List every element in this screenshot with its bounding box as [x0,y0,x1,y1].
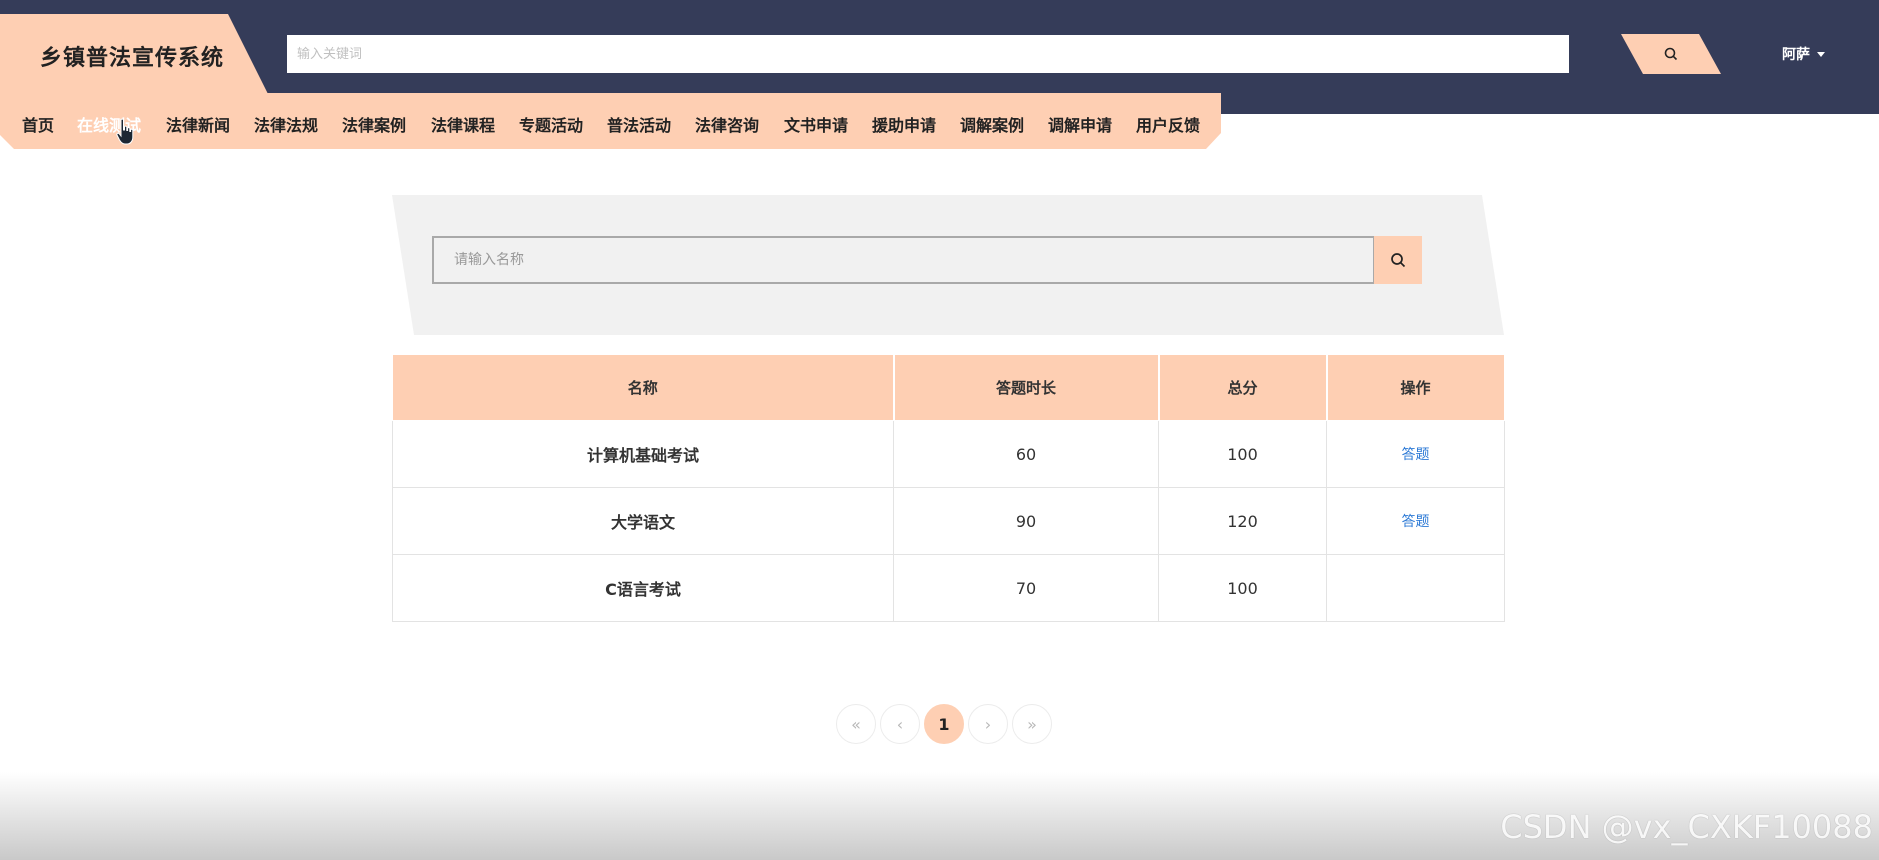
nav-item-law-courses[interactable]: 法律课程 [431,112,495,136]
table-row: 计算机基础考试 60 100 答题 [392,420,1505,488]
exam-name: 计算机基础考试 [392,420,894,488]
exam-duration: 90 [893,487,1159,555]
exam-name: C语言考试 [392,554,894,622]
action-cell [1326,554,1505,622]
nav-item-consulting[interactable]: 法律咨询 [695,112,759,136]
nav-item-feedback[interactable]: 用户反馈 [1136,112,1200,136]
last-page-button[interactable]: » [1012,704,1052,744]
hand-cursor-icon [116,118,134,145]
main-nav: 首页 在线测试 法律新闻 法律法规 法律案例 法律课程 专题活动 普法活动 法律… [0,93,1221,149]
name-search-button[interactable] [1374,236,1422,284]
exam-score: 100 [1158,554,1327,622]
table-row: 大学语文 90 120 答题 [392,487,1505,555]
nav-item-special-events[interactable]: 专题活动 [519,112,583,136]
answer-link[interactable]: 答题 [1402,514,1430,530]
name-search-input[interactable] [432,236,1375,284]
search-icon [1391,253,1406,268]
exam-duration: 60 [893,420,1159,488]
exam-name: 大学语文 [392,487,894,555]
exam-score: 100 [1158,420,1327,488]
exam-score: 120 [1158,487,1327,555]
nav-item-mediation-cases[interactable]: 调解案例 [960,112,1024,136]
nav-item-law-cases[interactable]: 法律案例 [342,112,406,136]
action-cell: 答题 [1326,487,1505,555]
action-cell: 答题 [1326,420,1505,488]
nav-item-home[interactable]: 首页 [22,112,54,136]
exam-duration: 70 [893,554,1159,622]
next-page-button[interactable]: › [968,704,1008,744]
site-title: 乡镇普法宣传系统 [40,46,225,71]
user-menu[interactable]: 阿萨 [1782,44,1825,64]
user-name: 阿萨 [1782,47,1810,63]
column-header-action: 操作 [1326,354,1506,421]
page-number-button[interactable]: 1 [924,704,964,744]
exam-table: 名称 答题时长 总分 操作 计算机基础考试 60 100 答题 大学语文 90 … [392,354,1506,622]
nav-item-document-apply[interactable]: 文书申请 [784,112,848,136]
nav-item-mediation-apply[interactable]: 调解申请 [1048,112,1112,136]
column-header-duration: 答题时长 [893,354,1160,421]
answer-link[interactable]: 答题 [1402,447,1430,463]
pagination: « ‹ 1 › » [836,704,1052,744]
column-header-name: 名称 [392,354,895,421]
column-header-score: 总分 [1158,354,1328,421]
nav-item-legal-events[interactable]: 普法活动 [607,112,671,136]
prev-page-button[interactable]: ‹ [880,704,920,744]
nav-item-regulations[interactable]: 法律法规 [254,112,318,136]
nav-item-law-news[interactable]: 法律新闻 [166,112,230,136]
first-page-button[interactable]: « [836,704,876,744]
table-row: C语言考试 70 100 [392,554,1505,622]
watermark-text: CSDN @vx_CXKF10088 [1500,808,1873,846]
nav-item-aid-apply[interactable]: 援助申请 [872,112,936,136]
keyword-search-input[interactable] [287,35,1569,73]
search-icon [1664,47,1678,61]
table-header-row: 名称 答题时长 总分 操作 [392,354,1506,421]
chevron-down-icon [1817,51,1825,57]
